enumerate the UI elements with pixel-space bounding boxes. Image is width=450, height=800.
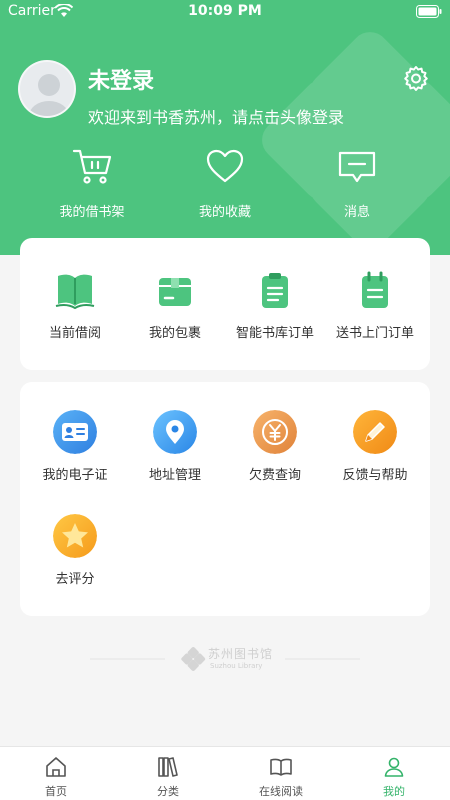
settings-gear-icon[interactable] <box>402 64 430 92</box>
tab-category-label: 分类 <box>157 785 179 798</box>
tab-mine[interactable]: 我的 <box>338 747 450 800</box>
e-card-button[interactable]: 我的电子证 <box>24 410 126 483</box>
tab-home-label: 首页 <box>45 785 67 798</box>
bookshelf-label: 我的借书架 <box>59 205 125 220</box>
tab-home[interactable]: 首页 <box>0 747 112 800</box>
battery-icon <box>416 5 442 18</box>
arrears-inquiry-button[interactable]: 欠费查询 <box>224 410 326 483</box>
reading-icon <box>270 758 292 776</box>
package-icon <box>159 278 191 306</box>
messages-label: 消息 <box>343 205 370 220</box>
bottom-tab-bar: 首页 分类 在线阅读 我的 <box>0 746 450 800</box>
book-open-icon <box>55 274 95 310</box>
smart-library-orders-button[interactable]: 智能书库订单 <box>224 270 326 341</box>
current-borrowing-label: 当前借阅 <box>48 326 101 341</box>
bookshelf-button[interactable]: 我的借书架 <box>37 145 147 225</box>
favorites-button[interactable]: 我的收藏 <box>170 145 280 225</box>
login-prompt: 欢迎来到书香苏州，请点击头像登录 <box>88 108 345 127</box>
library-logo-subtext: Suzhou Library <box>210 662 263 670</box>
tab-category[interactable]: 分类 <box>112 747 224 800</box>
status-time: 10:09 PM <box>188 3 262 19</box>
my-packages-button[interactable]: 我的包裹 <box>124 270 226 341</box>
tab-online-reading[interactable]: 在线阅读 <box>225 747 337 800</box>
favorites-label: 我的收藏 <box>198 205 251 220</box>
message-icon <box>338 151 376 183</box>
status-bar: Carrier 10:09 PM <box>0 0 450 24</box>
location-pin-icon <box>153 410 197 454</box>
rate-app-button[interactable]: 去评分 <box>24 514 126 587</box>
e-card-label: 我的电子证 <box>42 468 108 483</box>
pencil-icon <box>353 410 397 454</box>
clipboard-icon <box>262 273 288 308</box>
user-icon <box>384 757 404 777</box>
address-management-button[interactable]: 地址管理 <box>124 410 226 483</box>
my-packages-label: 我的包裹 <box>148 326 201 341</box>
avatar[interactable] <box>18 60 76 118</box>
tab-online-reading-label: 在线阅读 <box>259 785 303 798</box>
quick-actions: 我的借书架 我的收藏 消息 <box>0 145 450 225</box>
yuan-coin-icon <box>253 410 297 454</box>
cart-icon <box>72 149 112 184</box>
home-delivery-orders-button[interactable]: 送书上门订单 <box>324 270 426 341</box>
library-logo-text: 苏州图书馆 <box>208 647 274 661</box>
services-card: 我的电子证 地址管理 欠费查询 反馈与帮助 去评分 <box>20 382 430 616</box>
orders-card: 当前借阅 我的包裹 智能书库订单 送书上门订单 <box>20 238 430 370</box>
heart-icon <box>206 149 244 183</box>
star-icon <box>53 514 97 558</box>
current-borrowing-button[interactable]: 当前借阅 <box>24 270 126 341</box>
home-delivery-orders-label: 送书上门订单 <box>335 326 414 341</box>
messages-button[interactable]: 消息 <box>302 145 412 225</box>
notepad-icon <box>362 271 388 308</box>
address-management-label: 地址管理 <box>148 468 201 483</box>
arrears-inquiry-label: 欠费查询 <box>248 468 301 483</box>
rate-app-label: 去评分 <box>55 572 95 587</box>
books-icon <box>158 757 178 777</box>
library-footer-logo: 苏州图书馆 Suzhou Library <box>0 642 450 676</box>
id-card-icon <box>53 410 97 454</box>
feedback-help-button[interactable]: 反馈与帮助 <box>324 410 426 483</box>
feedback-help-label: 反馈与帮助 <box>342 468 408 483</box>
default-avatar-icon <box>29 74 69 116</box>
smart-library-orders-label: 智能书库订单 <box>235 326 314 341</box>
home-icon <box>46 757 66 777</box>
username[interactable]: 未登录 <box>88 63 154 95</box>
tab-mine-label: 我的 <box>383 785 405 798</box>
profile-header: Carrier 10:09 PM 未登录 欢迎来到书香苏州，请点击头像登录 我的… <box>0 0 450 255</box>
